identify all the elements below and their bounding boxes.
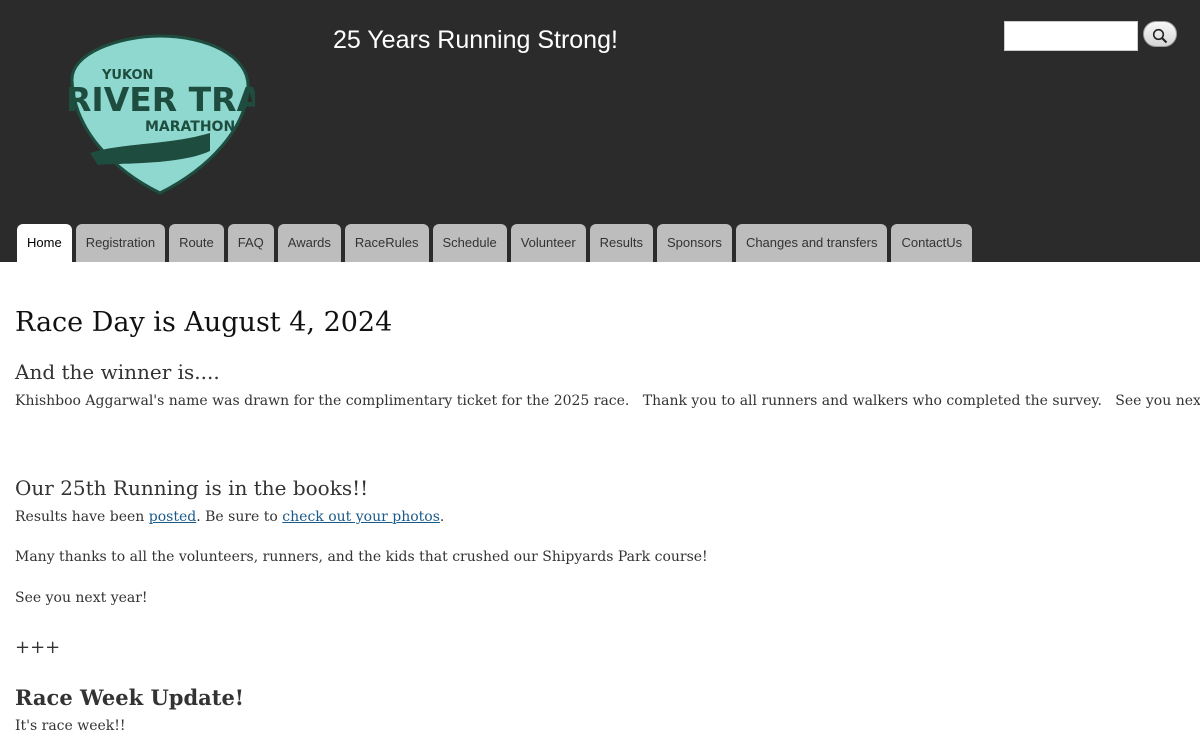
main-nav: Home Registration Route FAQ Awards RaceR… [17,224,976,262]
results-middle: . Be sure to [196,509,283,525]
photos-link[interactable]: check out your photos [282,509,440,525]
tab-home[interactable]: Home [17,224,72,262]
search-button[interactable] [1143,21,1177,47]
see-you-text: See you next year! [15,590,148,606]
site-logo[interactable]: YUKON RIVER TRAIL MARATHON [60,33,255,195]
site-header: YUKON RIVER TRAIL MARATHON 25 Years Runn… [0,0,1200,262]
tab-registration[interactable]: Registration [75,224,166,262]
site-slogan: 25 Years Running Strong! [333,26,618,54]
page-title: Race Day is August 4, 2024 [15,307,393,338]
tab-changes-and-transfers[interactable]: Changes and transfers [735,224,888,262]
separator: +++ [15,637,61,658]
tab-contactus[interactable]: ContactUs [891,224,973,262]
winner-text: Khishboo Aggarwal's name was drawn for t… [15,393,1200,409]
posted-link[interactable]: posted [149,509,196,525]
tab-route[interactable]: Route [169,224,224,262]
tab-sponsors[interactable]: Sponsors [657,224,732,262]
tab-racerules[interactable]: RaceRules [344,224,429,262]
svg-text:MARATHON: MARATHON [145,119,235,135]
results-prefix: Results have been [15,509,149,525]
update-heading: Race Week Update! [15,685,245,710]
tab-faq[interactable]: FAQ [227,224,274,262]
running-heading: Our 25th Running is in the books!! [15,476,369,500]
update-text: It's race week!! [15,718,126,734]
winner-heading: And the winner is.... [15,360,220,384]
svg-text:RIVER TRAIL: RIVER TRAIL [66,80,255,119]
search-input[interactable] [1004,21,1138,51]
tab-schedule[interactable]: Schedule [432,224,507,262]
magnifier-icon [1152,28,1168,43]
results-paragraph: Results have been posted. Be sure to che… [15,509,444,525]
tab-results[interactable]: Results [589,224,654,262]
tab-volunteer[interactable]: Volunteer [510,224,586,262]
results-suffix: . [439,509,445,525]
tab-awards[interactable]: Awards [277,224,341,262]
thanks-text: Many thanks to all the volunteers, runne… [15,549,708,565]
